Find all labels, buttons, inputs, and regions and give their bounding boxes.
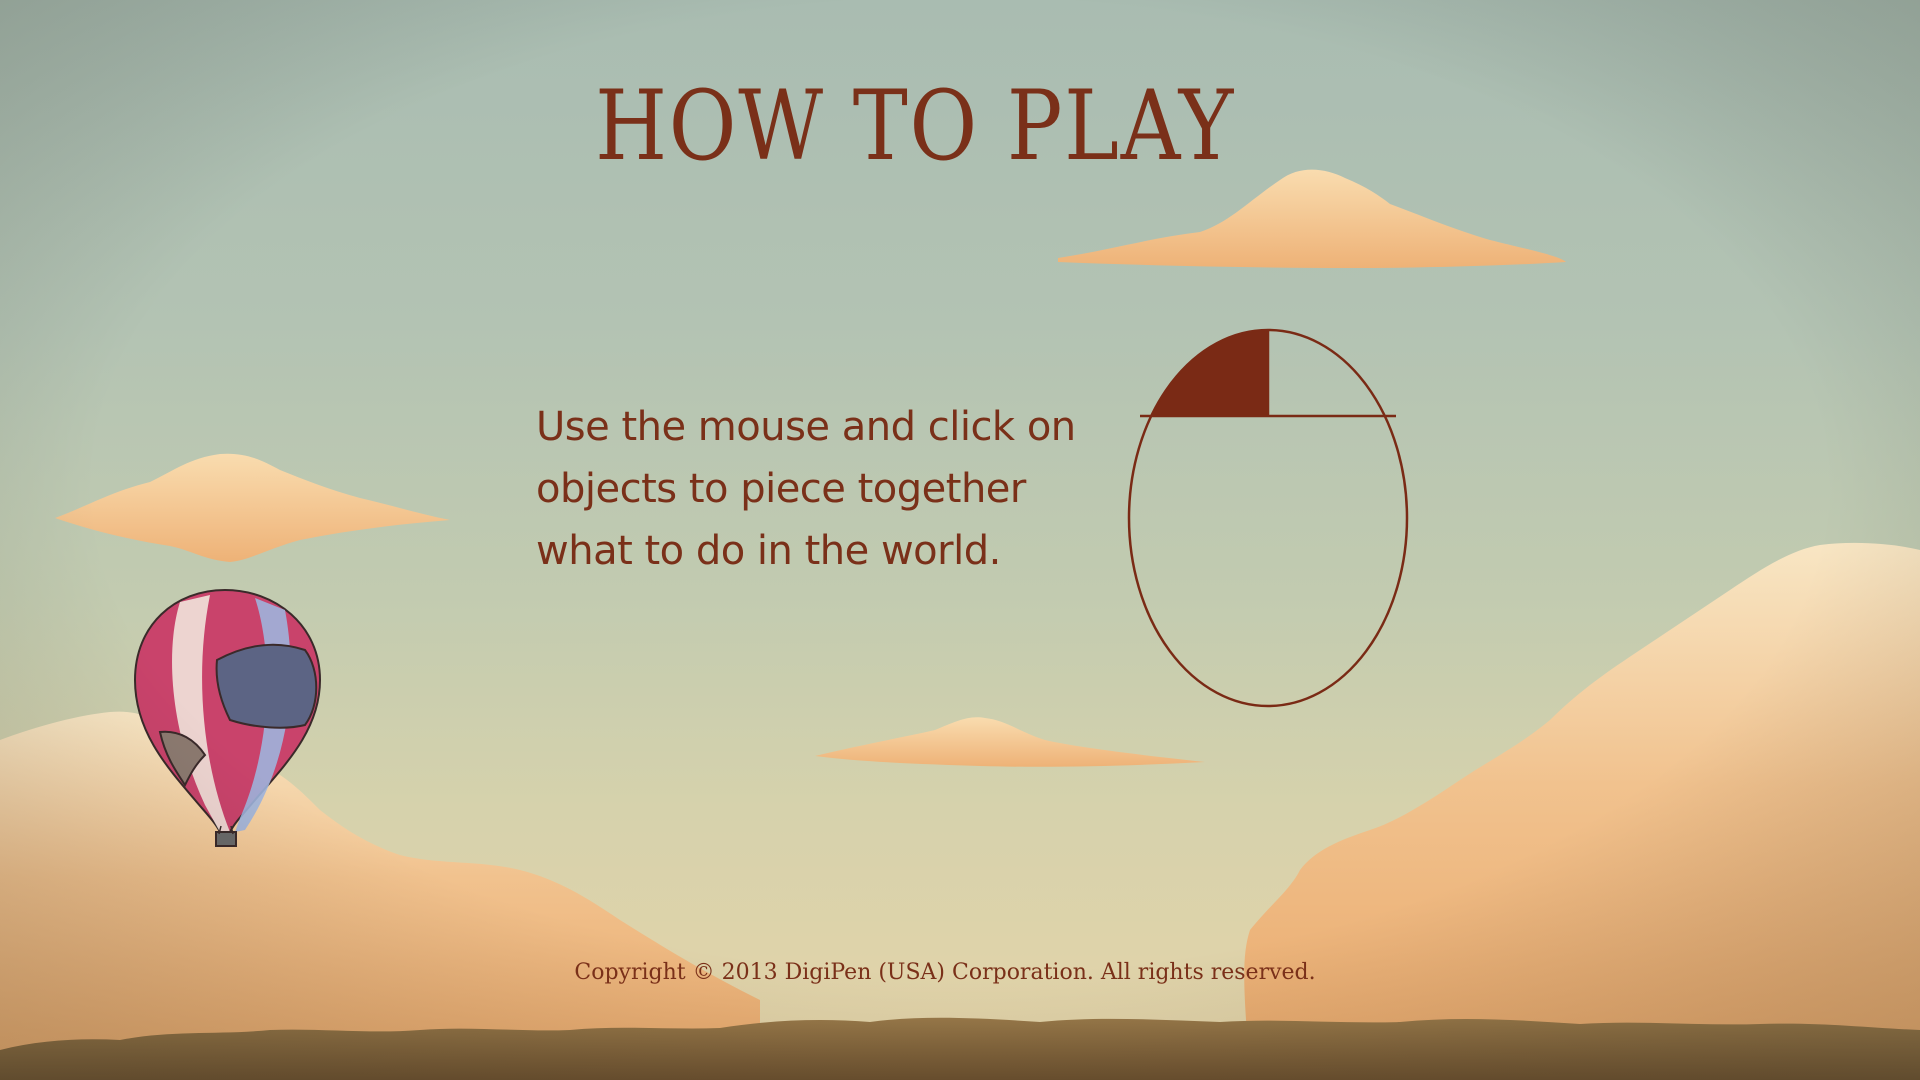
instruction-text: Use the mouse and click on objects to pi… (536, 404, 1076, 574)
copyright-notice: Copyright © 2013 DigiPen (USA) Corporati… (574, 960, 1316, 985)
mouse-left-button (1129, 330, 1268, 416)
page-title: HOW TO PLAY (595, 70, 1235, 182)
mouse-left-click-icon (1127, 328, 1409, 708)
